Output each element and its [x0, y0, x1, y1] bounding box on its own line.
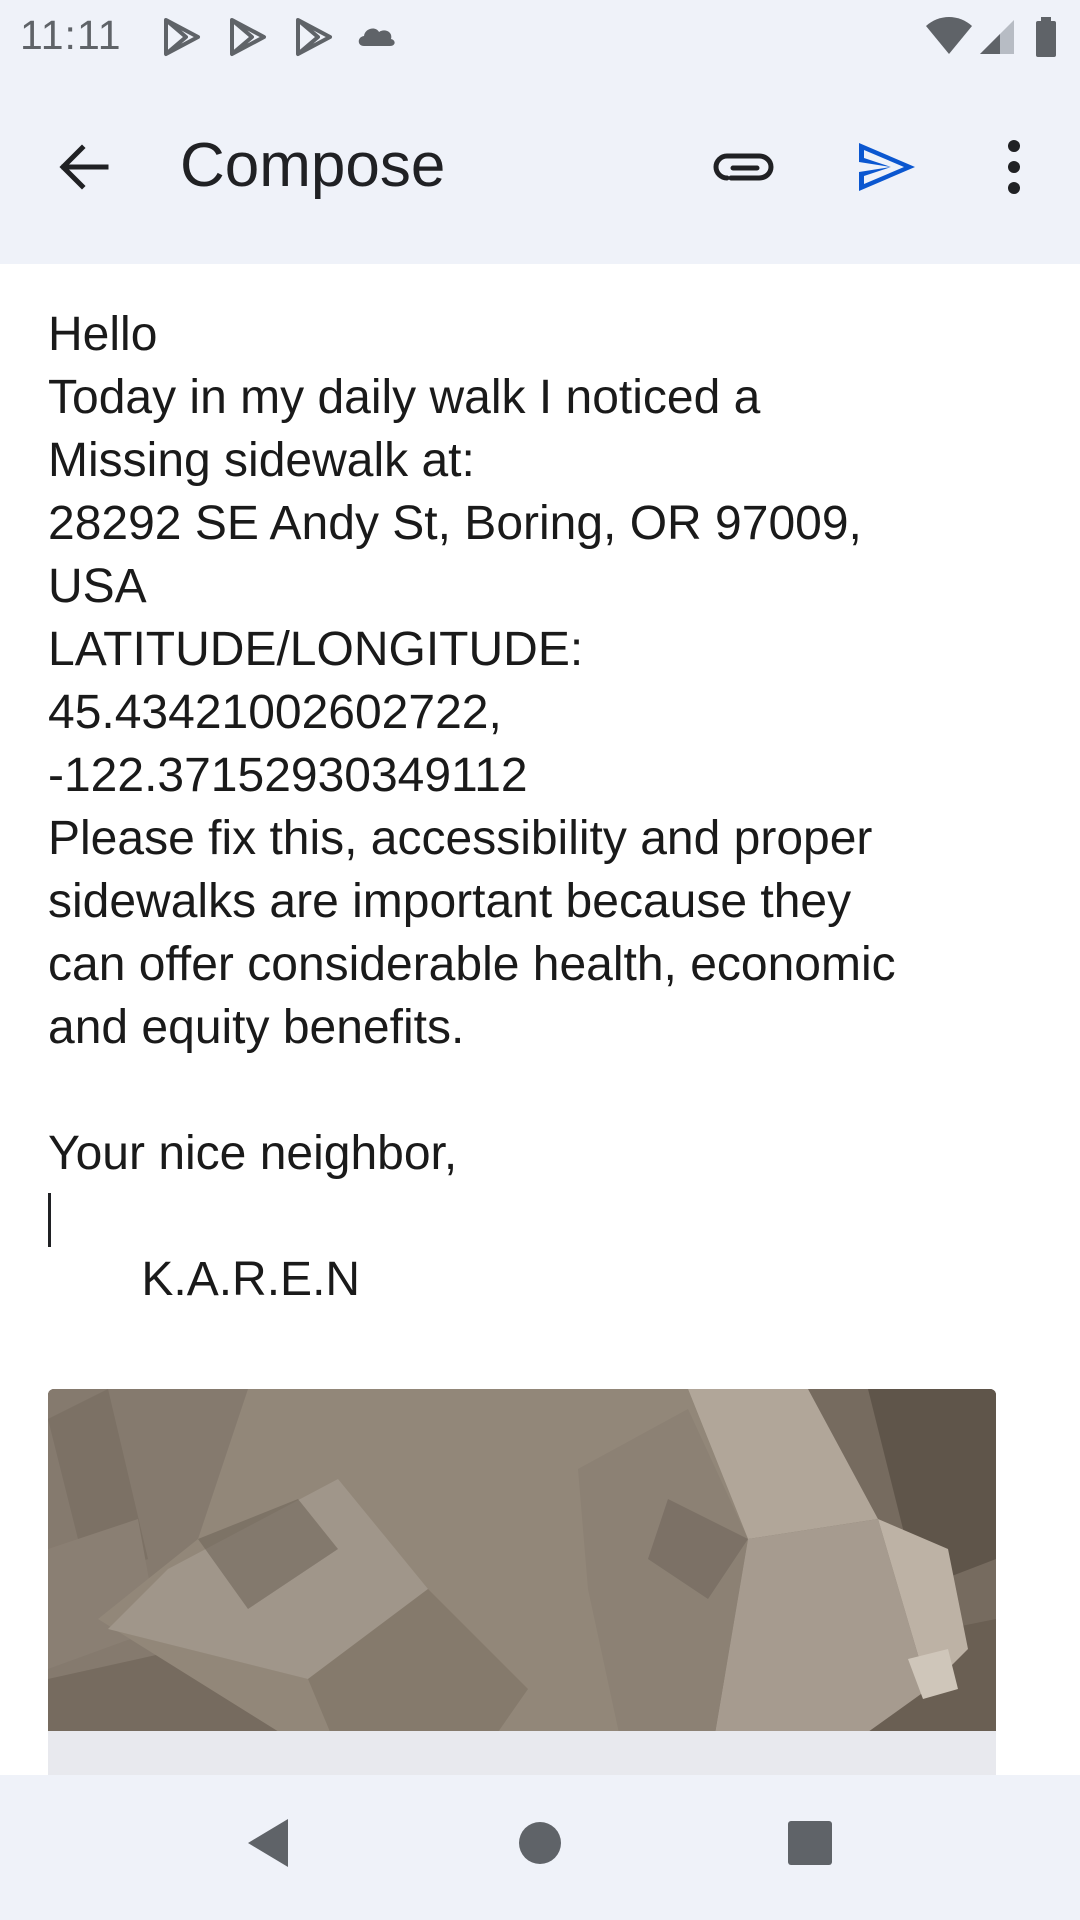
image-attachment[interactable]	[48, 1389, 996, 1775]
nav-home-button[interactable]	[490, 1795, 590, 1895]
body-line: sidewalks are important because they	[48, 875, 852, 928]
nav-back-icon	[244, 1817, 292, 1874]
body-line: Please fix this, accessibility and prope…	[48, 812, 873, 865]
play-store-icon	[160, 16, 204, 58]
body-line: Hello	[48, 308, 158, 361]
attachment-footer	[48, 1731, 996, 1775]
cellular-signal-icon	[978, 16, 1018, 58]
cloud-icon	[354, 16, 398, 58]
body-line: can offer considerable health, economic	[48, 938, 896, 991]
play-store-icon	[292, 16, 336, 58]
nav-recents-button[interactable]	[760, 1795, 860, 1895]
arrow-back-icon	[56, 139, 112, 200]
status-time: 11:11	[20, 12, 122, 58]
battery-icon	[1032, 16, 1062, 58]
more-options-button[interactable]	[969, 124, 1059, 214]
page-title: Compose	[180, 131, 446, 200]
signature-line: K.A.R.E.N	[48, 1185, 1038, 1306]
text-cursor	[48, 1193, 51, 1247]
nav-back-button[interactable]	[218, 1795, 318, 1895]
body-line: -122.37152930349112	[48, 749, 528, 802]
body-line: USA	[48, 560, 147, 613]
more-vert-icon	[1006, 139, 1022, 200]
compose-screen: 11:11 Compose Hello Today in my daily wa…	[0, 0, 1080, 1920]
attachment-image	[48, 1389, 996, 1775]
body-line: and equity benefits.	[48, 1001, 465, 1054]
nav-recents-icon	[787, 1820, 833, 1871]
back-button[interactable]	[39, 124, 129, 214]
attach-button[interactable]	[699, 124, 789, 214]
wifi-icon	[924, 16, 974, 58]
body-line	[48, 1059, 1038, 1122]
body-line: Missing sidewalk at:	[48, 434, 475, 487]
send-icon	[855, 139, 919, 200]
body-line: Today in my daily walk I noticed a	[48, 371, 761, 424]
send-button[interactable]	[842, 124, 932, 214]
body-line: 45.43421002602722,	[48, 686, 502, 739]
message-body[interactable]: Hello Today in my daily walk I noticed a…	[48, 303, 1038, 1306]
app-bar: Compose	[0, 74, 1080, 264]
body-line: Your nice neighbor,	[48, 1127, 458, 1180]
body-line: 28292 SE Andy St, Boring, OR 97009,	[48, 497, 862, 550]
body-line: LATITUDE/LONGITUDE:	[48, 623, 584, 676]
nav-home-icon	[518, 1821, 562, 1870]
paperclip-icon	[711, 147, 777, 192]
signature: K.A.R.E.N	[128, 1253, 361, 1306]
play-store-icon	[226, 16, 270, 58]
status-bar: 11:11	[0, 0, 1080, 74]
navigation-bar	[0, 1775, 1080, 1920]
